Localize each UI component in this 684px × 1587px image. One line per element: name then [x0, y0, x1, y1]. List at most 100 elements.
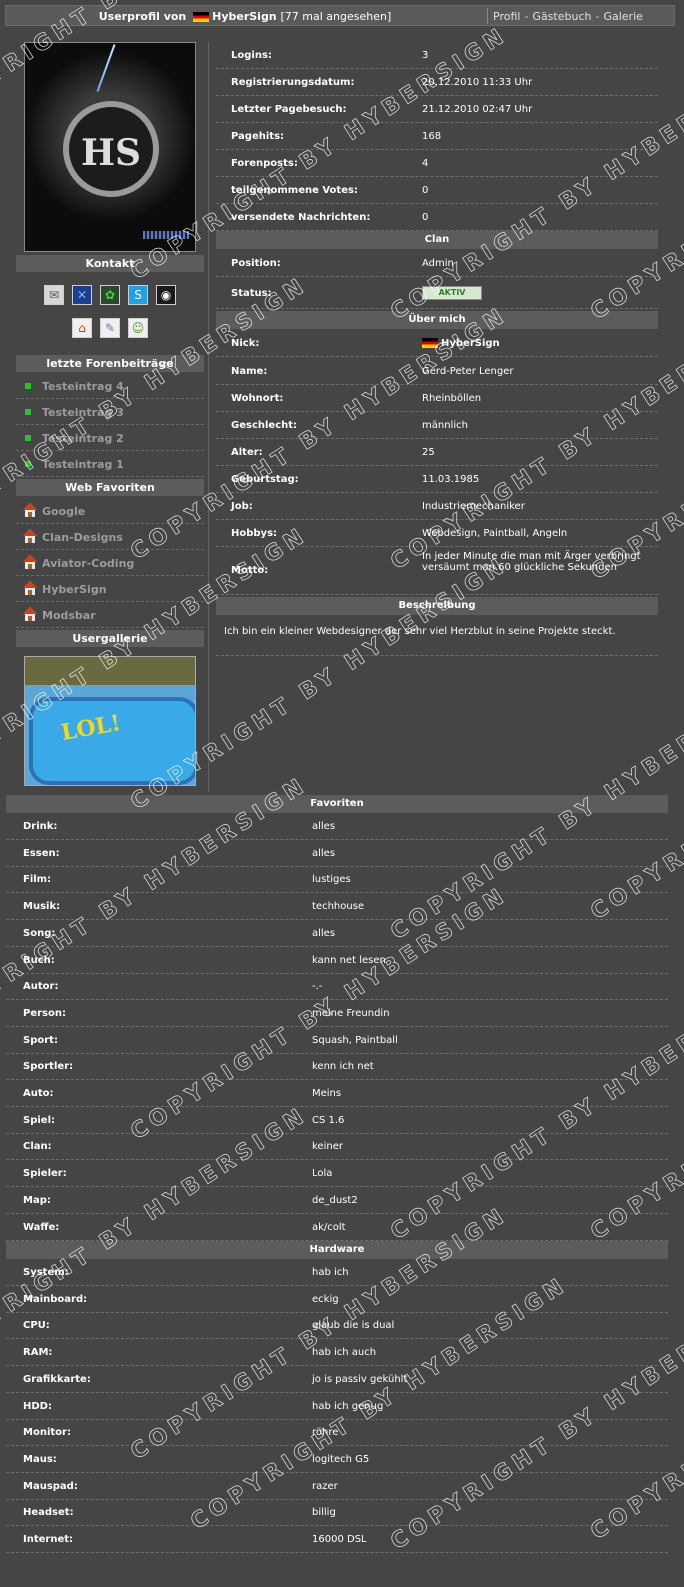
forum-post-item[interactable]: Testeintrag 2 [16, 425, 204, 451]
web-favorites-heading: Web Favoriten [16, 479, 204, 496]
avatar-logo: HS [63, 101, 159, 197]
web-favorite-item[interactable]: HyberSign [16, 576, 204, 602]
nick-link[interactable]: HyberSign [441, 338, 500, 349]
forum-post-item[interactable]: Testeintrag 4 [16, 373, 204, 399]
view-count: [77 mal angesehen] [280, 10, 392, 23]
title-prefix: Userprofil von [98, 10, 187, 23]
hardware-row: CPU: glaub die is dual [6, 1312, 668, 1340]
house-icon [23, 607, 37, 621]
stat-row: Letzter Pagebesuch: 21.12.2010 02:47 Uhr [216, 96, 658, 123]
hardware-row: Mauspad: razer [6, 1473, 668, 1500]
favoriten-row: Drink: alles [6, 813, 668, 840]
about-row: Geschlecht: männlich [216, 412, 658, 439]
favoriten-row: Musik: techhouse [6, 893, 668, 921]
favoriten-row: Map: de_dust2 [6, 1187, 668, 1214]
profile-nav: Profil - Gästebuch - Galerie [493, 10, 643, 23]
homepage-icon[interactable]: ⌂ [72, 318, 92, 338]
favoriten-row: Waffe: ak/colt [6, 1214, 668, 1241]
web-favorite-item[interactable]: Clan-Designs [16, 524, 204, 550]
about-me-heading: Über mich [216, 311, 658, 329]
header-divider [487, 8, 488, 24]
description-heading: Beschreibung [216, 597, 658, 615]
avatar: HS [24, 42, 196, 252]
clan-position-row: Position: Admin [216, 250, 658, 277]
buddy-add-icon[interactable]: ☺ [128, 318, 148, 338]
house-icon [23, 581, 37, 595]
favoriten-row: Person: meine Freundin [6, 1000, 668, 1027]
msn-icon[interactable]: ✕ [72, 285, 92, 305]
icq-icon[interactable]: ✿ [100, 285, 120, 305]
forum-post-item[interactable]: Testeintrag 3 [16, 399, 204, 425]
germany-flag-icon [193, 12, 210, 22]
about-row: Job: Industriemechaniker [216, 493, 658, 520]
favoriten-row: Sport: Squash, Paintball [6, 1027, 668, 1054]
hardware-row: Maus: logitech G5 [6, 1446, 668, 1473]
favoriten-heading: Favoriten [6, 795, 668, 813]
favoriten-row: Film: lustiges [6, 866, 668, 894]
contact-icons: ✉ ✕ ✿ S ◉ [16, 285, 204, 305]
user-gallery-heading: Usergallerie [16, 630, 204, 647]
title-username: HyberSign [212, 10, 277, 23]
nav-galerie-link[interactable]: Galerie [603, 10, 642, 23]
hardware-row: Internet: 16000 DSL [6, 1526, 668, 1553]
description-divider [216, 630, 658, 656]
post-bullet-icon [25, 461, 31, 467]
mail-icon[interactable]: ✉ [44, 285, 64, 305]
status-active-badge: AKTIV [422, 286, 482, 300]
stat-row: Registrierungsdatum: 20.12.2010 11:33 Uhr [216, 69, 658, 96]
nav-gaestebuch-link[interactable]: Gästebuch [532, 10, 591, 23]
nav-profil-link[interactable]: Profil [493, 10, 520, 23]
stat-row: Pagehits: 168 [216, 123, 658, 150]
forum-posts-heading: letzte Forenbeiträge [16, 355, 204, 372]
stat-row: Forenposts: 4 [216, 150, 658, 177]
favoriten-row: Spieler: Lola [6, 1160, 668, 1188]
favoriten-row: Spiel: CS 1.6 [6, 1107, 668, 1134]
clan-status-row: Status: AKTIV [216, 277, 658, 309]
page-title: Userprofil von HyberSign [77 mal angeseh… [6, 10, 484, 23]
web-favorite-item[interactable]: Google [16, 498, 204, 524]
house-icon [23, 555, 37, 569]
about-row: Alter: 25 [216, 439, 658, 466]
stat-row: teilgenommene Votes: 0 [216, 177, 658, 204]
favoriten-row: Essen: alles [6, 840, 668, 867]
nick-row: Nick: HyberSign [216, 330, 658, 357]
favoriten-row: Buch: kann net lesen [6, 947, 668, 974]
clan-heading: Clan [216, 231, 658, 249]
post-bullet-icon [25, 435, 31, 441]
steam-icon[interactable]: ◉ [156, 285, 176, 305]
hardware-heading: Hardware [6, 1241, 668, 1259]
stat-row: Logins: 3 [216, 42, 658, 69]
about-row: Geburtstag: 11.03.1985 [216, 466, 658, 493]
column-divider [208, 42, 209, 792]
forum-post-item[interactable]: Testeintrag 1 [16, 451, 204, 477]
hardware-row: Monitor: röhre [6, 1419, 668, 1447]
germany-flag-icon [422, 338, 438, 348]
web-favorite-item[interactable]: Modsbar [16, 602, 204, 628]
hardware-row: System: hab ich [6, 1259, 668, 1286]
favoriten-row: Sportler: kenn ich net [6, 1053, 668, 1081]
about-row: Name: Gerd-Peter Lenger [216, 358, 658, 385]
favoriten-row: Song: alles [6, 920, 668, 947]
web-favorite-item[interactable]: Aviator-Coding [16, 550, 204, 576]
house-icon [23, 529, 37, 543]
gallery-thumbnail[interactable]: LOL! [24, 656, 196, 786]
hardware-row: Grafikkarte: jo is passiv gekühlt [6, 1366, 668, 1393]
favoriten-row: Clan: keiner [6, 1133, 668, 1161]
profile-header-bar: Userprofil von HyberSign [77 mal angeseh… [5, 5, 675, 26]
about-row: Hobbys: Webdesign, Paintball, Angeln [216, 520, 658, 547]
skype-icon[interactable]: S [128, 285, 148, 305]
hardware-row: Mainboard: eckig [6, 1286, 668, 1313]
post-bullet-icon [25, 383, 31, 389]
hardware-row: Headset: billig [6, 1499, 668, 1527]
favoriten-row: Autor: -.- [6, 973, 668, 1001]
stat-row: versendete Nachrichten: 0 [216, 204, 658, 231]
about-row: Wohnort: Rheinböllen [216, 385, 658, 412]
guestbook-icon[interactable]: ✎ [100, 318, 120, 338]
house-icon [23, 503, 37, 517]
hardware-row: HDD: hab ich genug [6, 1393, 668, 1420]
motto-row: Motto: In jeder Minute die man mit Ärger … [216, 547, 658, 595]
contact-heading: Kontakt [16, 255, 204, 272]
favoriten-row: Auto: Meins [6, 1080, 668, 1107]
contact-icons-row2: ⌂ ✎ ☺ [16, 318, 204, 338]
hardware-row: RAM: hab ich auch [6, 1339, 668, 1367]
